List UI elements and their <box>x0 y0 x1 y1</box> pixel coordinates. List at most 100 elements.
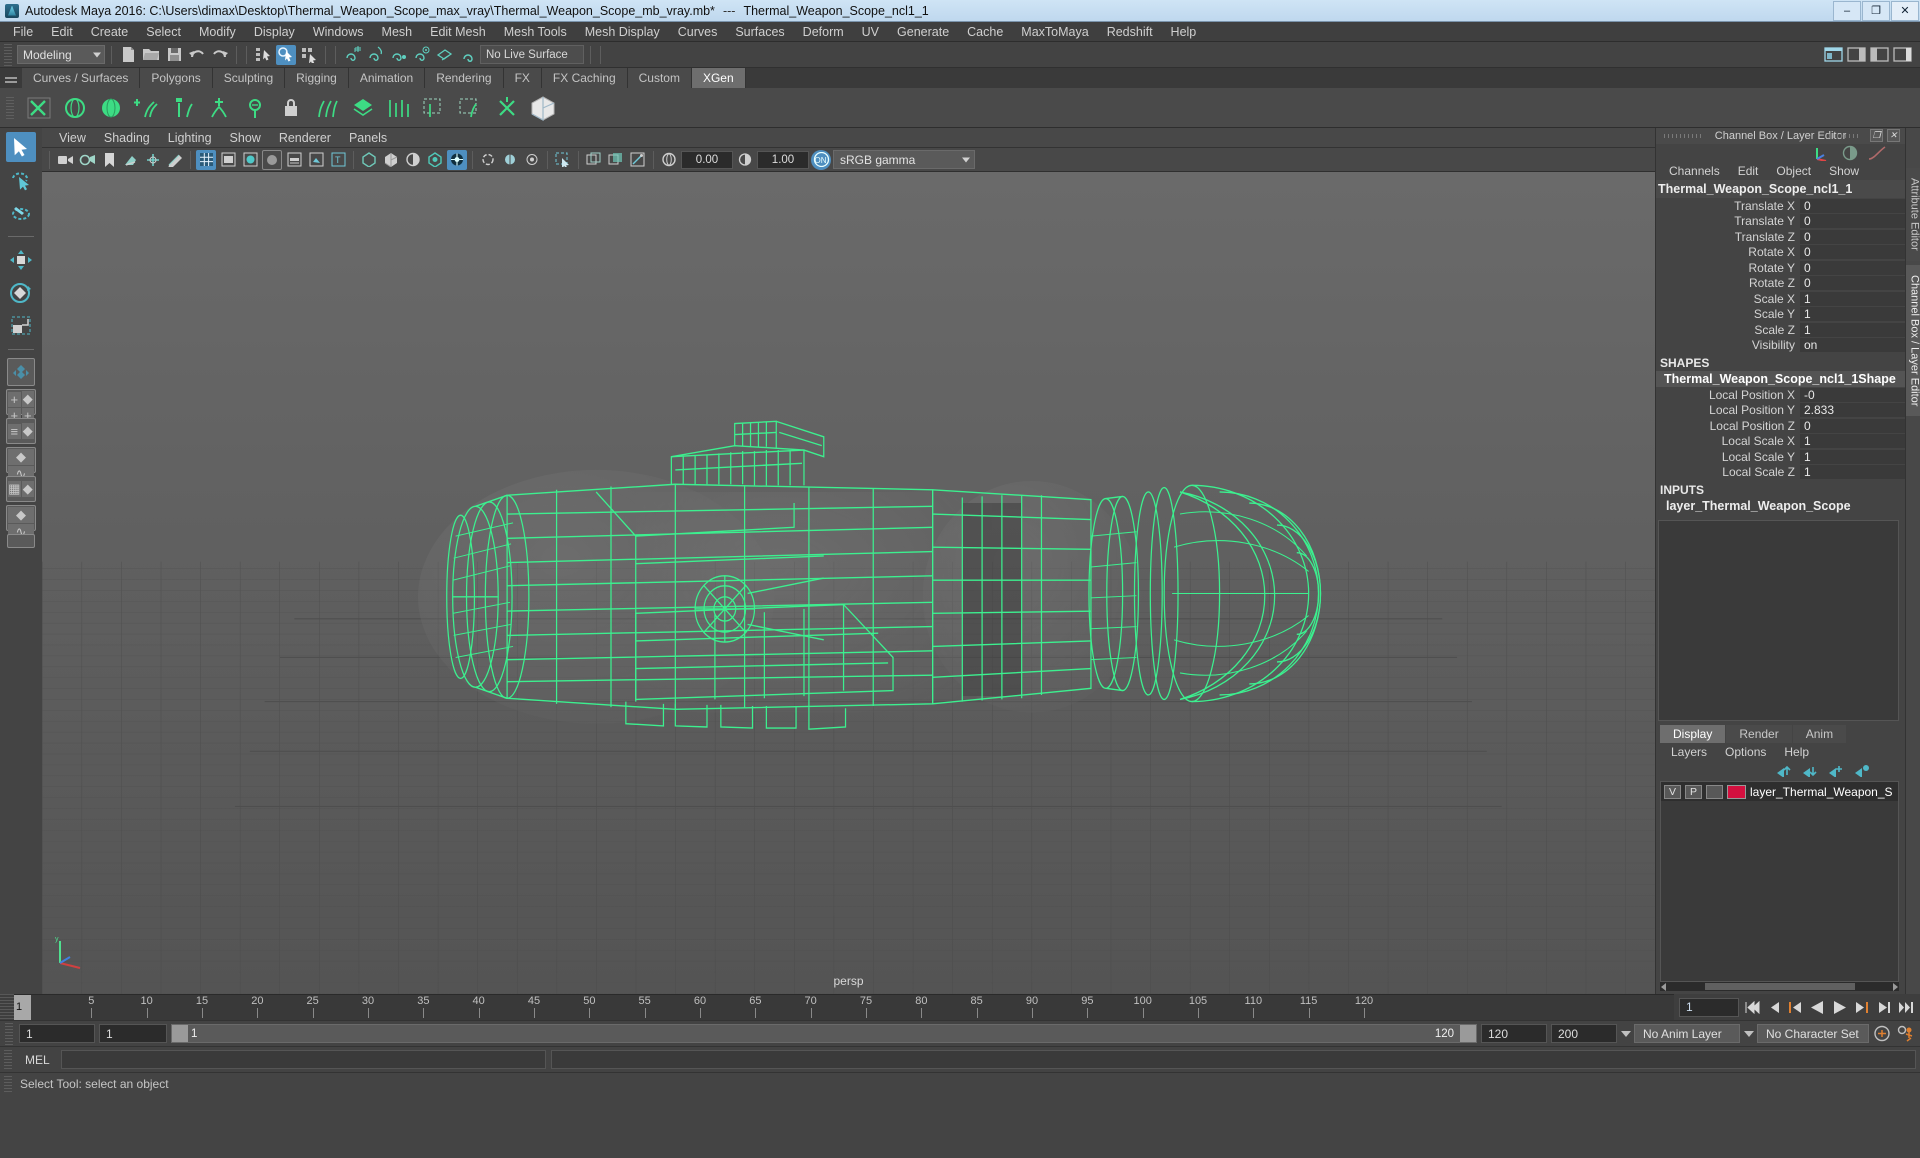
select-tool[interactable] <box>6 132 36 162</box>
layout-more-button[interactable] <box>7 534 35 548</box>
show-hide-attribute-editor-icon[interactable] <box>1846 45 1866 65</box>
menu-item-deform[interactable]: Deform <box>794 23 853 41</box>
shadows-icon[interactable] <box>284 150 304 170</box>
step-back-button[interactable] <box>1764 998 1783 1017</box>
command-output[interactable] <box>550 1050 1916 1069</box>
xgen-cut-icon[interactable] <box>310 91 344 125</box>
range-slider[interactable]: 1 120 <box>171 1024 1477 1043</box>
wireframe-shading-icon[interactable] <box>196 149 216 170</box>
new-scene-icon[interactable] <box>118 45 138 65</box>
create-sphere-icon[interactable] <box>58 91 92 125</box>
half-circle-icon[interactable] <box>1841 145 1859 161</box>
xgen-preview-icon[interactable] <box>346 91 380 125</box>
command-input[interactable] <box>60 1050 546 1069</box>
side-tab-channel-box-layer-editor[interactable]: Channel Box / Layer Editor <box>1905 264 1920 417</box>
bookmark-icon[interactable] <box>99 150 119 170</box>
panel-grip[interactable] <box>1664 134 1704 138</box>
close-button[interactable]: ✕ <box>1891 0 1919 21</box>
range-end-field[interactable]: 200 <box>1551 1024 1617 1043</box>
menu-item-mesh-display[interactable]: Mesh Display <box>576 23 669 41</box>
layer-editor-tab-render[interactable]: Render <box>1726 725 1792 743</box>
anim-layer-field[interactable]: No Anim Layer <box>1634 1024 1740 1043</box>
select-by-component-icon[interactable] <box>299 45 319 65</box>
input-node-name[interactable]: layer_Thermal_Weapon_Scope <box>1656 498 1905 514</box>
transform-attr-value[interactable]: 0 <box>1800 214 1905 229</box>
image-plane-icon[interactable] <box>121 150 141 170</box>
shelf-tab-fx[interactable]: FX <box>503 68 542 88</box>
live-surface-field[interactable]: No Live Surface <box>480 45 584 64</box>
go-to-end-button[interactable] <box>1896 998 1915 1017</box>
gamma-value[interactable]: 1.00 <box>757 150 809 169</box>
chevron-down-icon[interactable] <box>1621 1030 1631 1037</box>
viewport-menu-shading[interactable]: Shading <box>95 131 159 145</box>
layer-editor-menu-help[interactable]: Help <box>1775 745 1818 759</box>
interactive-groom-icon[interactable] <box>526 91 560 125</box>
exposure-value[interactable]: 0.00 <box>681 150 733 169</box>
new-layer-from-selected-icon[interactable] <box>1854 764 1871 777</box>
range-start-field[interactable]: 1 <box>19 1024 95 1043</box>
auto-keyframe-toggle[interactable] <box>1873 1024 1892 1043</box>
menu-item-display[interactable]: Display <box>245 23 304 41</box>
display-textures-icon[interactable] <box>584 150 604 170</box>
time-slider-grip[interactable] <box>0 994 14 1020</box>
motion-blur-icon[interactable] <box>478 150 498 170</box>
lighting-none-icon[interactable] <box>359 150 379 170</box>
playback-end-field[interactable]: 120 <box>1481 1024 1547 1043</box>
transform-attr-value[interactable]: 0 <box>1800 229 1905 244</box>
maximize-button[interactable]: ❐ <box>1862 0 1890 21</box>
side-tab-attribute-editor[interactable]: Attribute Editor <box>1905 168 1920 261</box>
scrollbar-thumb[interactable] <box>1704 983 1855 990</box>
paint-select-tool[interactable] <box>6 198 36 228</box>
select-camera-icon[interactable] <box>55 150 75 170</box>
color-management-toggle[interactable]: ON <box>811 149 831 170</box>
save-scene-icon[interactable] <box>164 45 184 65</box>
move-layer-up-icon[interactable] <box>1776 764 1793 777</box>
shape-attr-value[interactable]: 2.833 <box>1800 403 1905 418</box>
gamma-icon[interactable] <box>735 150 755 170</box>
layer-editor-menu-options[interactable]: Options <box>1716 745 1775 759</box>
range-slider-right-handle[interactable] <box>1460 1025 1476 1042</box>
add-guides-icon[interactable] <box>130 91 164 125</box>
menu-item-edit-mesh[interactable]: Edit Mesh <box>421 23 495 41</box>
range-slider-left-handle[interactable] <box>172 1025 188 1042</box>
viewport-menu-renderer[interactable]: Renderer <box>270 131 340 145</box>
play-backwards-button[interactable] <box>1808 998 1827 1017</box>
layout-single-pane-button[interactable] <box>7 358 35 386</box>
menu-item-edit[interactable]: Edit <box>42 23 82 41</box>
redo-icon[interactable] <box>210 45 230 65</box>
shape-attr-value[interactable]: 0 <box>1800 418 1905 433</box>
script-language-label[interactable]: MEL <box>19 1053 56 1067</box>
shape-node-name[interactable]: Thermal_Weapon_Scope_ncl1_1Shape <box>1656 371 1905 387</box>
layer-visibility-toggle[interactable]: V <box>1664 784 1681 799</box>
shelf-tab-polygons[interactable]: Polygons <box>140 68 213 88</box>
add-clump-modifier-icon[interactable] <box>202 91 236 125</box>
xgen-export-icon[interactable] <box>490 91 524 125</box>
layer-color-swatch[interactable] <box>1727 784 1746 799</box>
layer-shading-toggle[interactable] <box>1706 784 1723 799</box>
viewport-menu-view[interactable]: View <box>50 131 95 145</box>
help-line-grip[interactable] <box>4 1075 12 1092</box>
snap-to-point-icon[interactable] <box>388 45 408 65</box>
layer-editor-menu-layers[interactable]: Layers <box>1662 745 1716 759</box>
open-scene-icon[interactable] <box>141 45 161 65</box>
layer-playback-toggle[interactable]: P <box>1685 784 1702 799</box>
curve-icon[interactable] <box>1867 145 1887 161</box>
menu-item-maxtomaya[interactable]: MaxToMaya <box>1012 23 1097 41</box>
panel-grip-right[interactable] <box>1829 134 1859 138</box>
shelf-tab-rigging[interactable]: Rigging <box>285 68 349 88</box>
two-d-pan-zoom-icon[interactable] <box>143 150 163 170</box>
lighting-all-icon[interactable] <box>403 150 423 170</box>
snap-to-curve-icon[interactable] <box>365 45 385 65</box>
transform-attr-value[interactable]: on <box>1800 338 1905 353</box>
layout-persp-outliner-graph-button[interactable]: ◆ ∿ <box>6 505 36 540</box>
shelf-grip[interactable] <box>0 68 22 88</box>
current-time-indicator[interactable]: 1 <box>14 995 31 1020</box>
exposure-icon[interactable] <box>659 150 679 170</box>
select-by-object-icon[interactable] <box>276 44 296 65</box>
snap-to-grid-icon[interactable] <box>342 45 362 65</box>
current-frame-field[interactable]: 1 <box>1679 997 1739 1017</box>
texture-border-icon[interactable]: T <box>328 150 348 170</box>
add-noise-modifier-icon[interactable] <box>238 91 272 125</box>
display-layer-list[interactable]: V Player_Thermal_Weapon_S <box>1660 781 1899 982</box>
menu-item-curves[interactable]: Curves <box>669 23 727 41</box>
